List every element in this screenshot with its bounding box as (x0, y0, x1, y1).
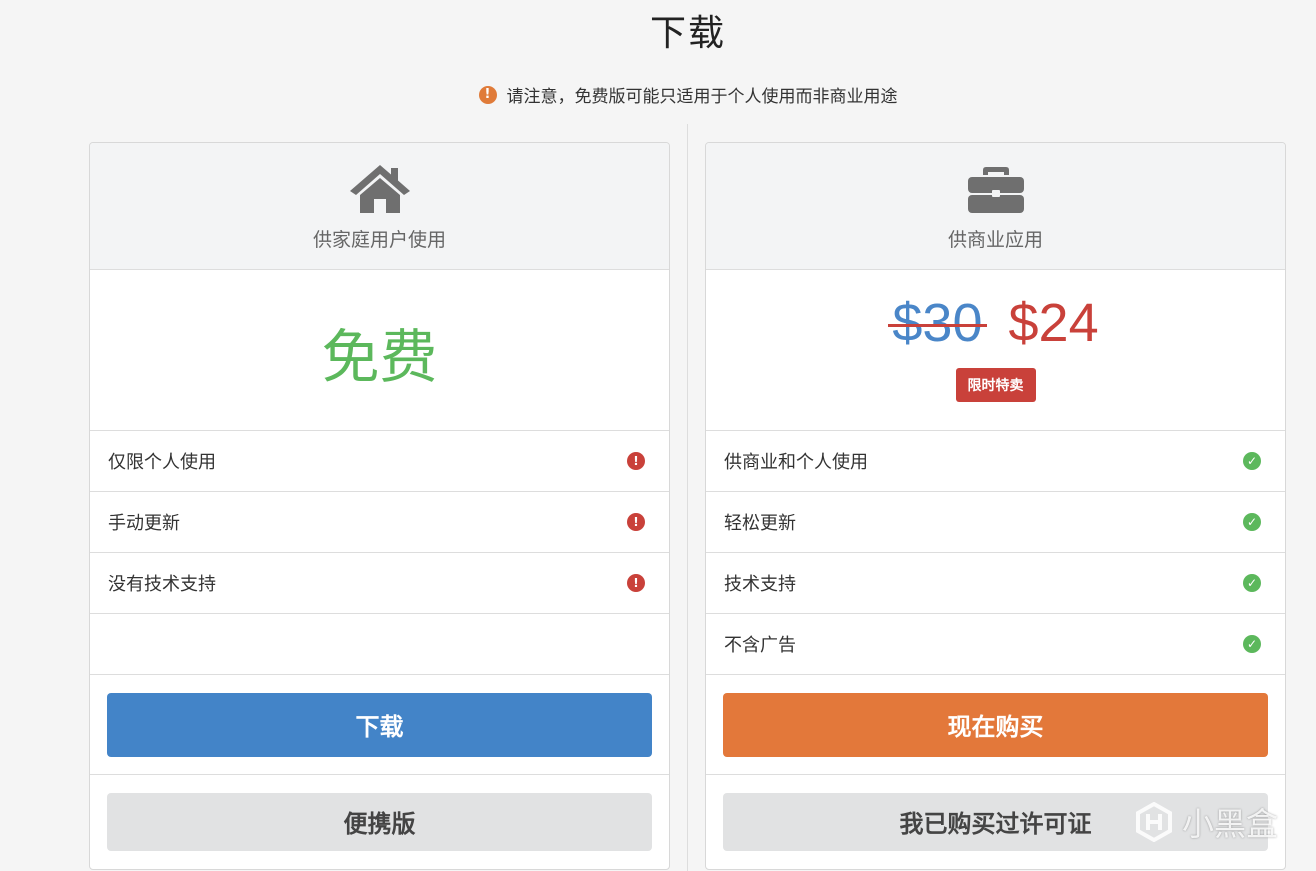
free-price: 免费 (321, 323, 438, 391)
feature-row: 技术支持 ✓ (706, 553, 1285, 614)
check-icon: ✓ (1243, 452, 1261, 470)
feature-row-empty (90, 614, 669, 675)
business-plan-card: 供商业应用 $30 $24 限时特卖 供商业和个人使用 ✓ 轻松更新 ✓ 技术支… (705, 142, 1286, 870)
home-plan-header: 供家庭用户使用 (90, 143, 669, 270)
heybox-logo-icon (1135, 802, 1172, 842)
download-button[interactable]: 下载 (107, 692, 652, 757)
feature-text: 轻松更新 (724, 513, 796, 534)
portable-version-button[interactable]: 便携版 (107, 792, 652, 851)
sale-price: $24 (1008, 293, 1099, 353)
original-price: $30 (888, 293, 987, 353)
primary-button-row: 下载 (90, 675, 669, 775)
feature-text: 不含广告 (724, 635, 796, 656)
feature-text: 供商业和个人使用 (724, 452, 868, 473)
feature-row: 供商业和个人使用 ✓ (706, 431, 1285, 492)
exclamation-icon: ! (627, 513, 645, 531)
feature-row: 没有技术支持 ! (90, 553, 669, 614)
column-divider (687, 124, 688, 871)
feature-row: 手动更新 ! (90, 492, 669, 553)
feature-text: 技术支持 (724, 574, 796, 595)
watermark: 小黑盒 (1134, 799, 1278, 845)
home-plan-label: 供家庭用户使用 (312, 229, 446, 251)
home-plan-price: 免费 (90, 270, 669, 431)
notice-banner: ! 请注意，免费版可能只适用于个人使用而非商业用途 (0, 82, 1316, 107)
feature-text: 手动更新 (108, 513, 180, 534)
feature-row: 仅限个人使用 ! (90, 431, 669, 492)
primary-button-row: 现在购买 (706, 675, 1285, 775)
page-title: 下载 (649, 13, 726, 54)
home-plan-card: 供家庭用户使用 免费 仅限个人使用 ! 手动更新 ! 没有技术支持 ! 下载 便… (89, 142, 670, 870)
exclamation-icon: ! (627, 452, 645, 470)
house-icon (349, 165, 410, 213)
sale-badge: 限时特卖 (955, 368, 1036, 402)
feature-row: 轻松更新 ✓ (706, 492, 1285, 553)
business-plan-header: 供商业应用 (706, 143, 1285, 270)
exclamation-icon: ! (478, 85, 497, 104)
watermark-text: 小黑盒 (1181, 805, 1278, 843)
check-icon: ✓ (1243, 513, 1261, 531)
feature-row: 不含广告 ✓ (706, 614, 1285, 675)
business-plan-price: $30 $24 限时特卖 (706, 270, 1285, 431)
price-group: $30 $24 (888, 292, 1099, 354)
feature-text: 没有技术支持 (108, 574, 216, 595)
briefcase-icon (967, 167, 1024, 213)
business-plan-label: 供商业应用 (947, 229, 1043, 251)
check-icon: ✓ (1243, 635, 1261, 653)
exclamation-icon: ! (627, 574, 645, 592)
feature-text: 仅限个人使用 (108, 452, 216, 473)
secondary-button-row: 便携版 (90, 775, 669, 868)
buy-now-button[interactable]: 现在购买 (723, 692, 1268, 757)
check-icon: ✓ (1243, 574, 1261, 592)
notice-text: 请注意，免费版可能只适用于个人使用而非商业用途 (506, 87, 898, 107)
download-page: 下载 ! 请注意，免费版可能只适用于个人使用而非商业用途 供家庭用户使用 免费 … (0, 0, 1316, 871)
